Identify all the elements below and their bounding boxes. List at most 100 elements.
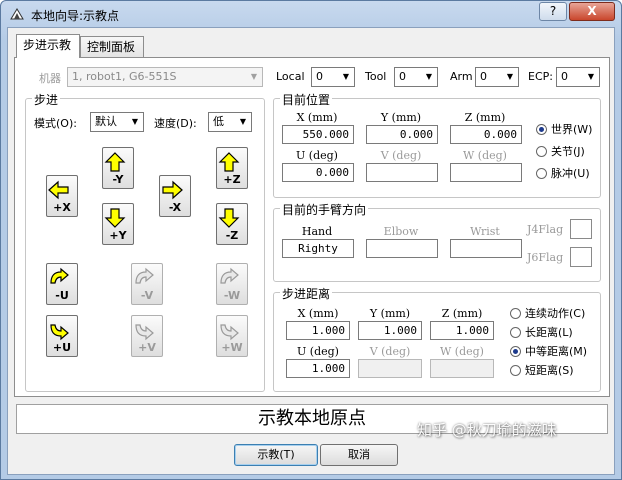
step-group-title: 步进	[32, 91, 61, 108]
jog-plus-v-label: +V	[138, 341, 156, 354]
rotate-ccw-icon	[220, 267, 239, 284]
pos-x-field: 550.000	[282, 125, 354, 144]
dist-short-radio[interactable]: 短距离(S)	[510, 362, 574, 378]
arm-select[interactable]: 0 ▼	[475, 67, 519, 87]
dist-x-label: X (mm)	[297, 307, 339, 320]
coord-joint-radio[interactable]: 关节(J)	[536, 143, 585, 159]
jog-minus-y-button[interactable]: -Y	[102, 147, 134, 189]
dist-u-field[interactable]: 1.000	[286, 359, 350, 378]
jog-plus-x-label: +X	[53, 201, 71, 214]
teach-button[interactable]: 示教(T)	[234, 444, 318, 466]
elbow-field	[366, 239, 438, 258]
radio-dot	[536, 168, 547, 179]
jog-minus-u-button[interactable]: -U	[46, 263, 78, 305]
jog-plus-v-button[interactable]: +V	[131, 315, 163, 357]
local-select[interactable]: 0 ▼	[311, 67, 355, 87]
jog-minus-z-button[interactable]: -Z	[216, 203, 248, 245]
jog-plus-w-button[interactable]: +W	[216, 315, 248, 357]
jog-minus-x-button[interactable]: -X	[159, 175, 191, 217]
arm-label: Arm	[450, 70, 473, 83]
jog-minus-y-label: -Y	[112, 173, 124, 186]
dist-continuous-label: 连续动作(C)	[525, 307, 586, 320]
arrow-down-icon	[104, 208, 126, 228]
radio-dot	[510, 308, 521, 319]
speed-select[interactable]: 低 ▼	[208, 112, 252, 132]
ecp-select[interactable]: 0 ▼	[556, 67, 600, 87]
help-button[interactable]: ?	[539, 2, 567, 21]
current-position-title: 目前位置	[280, 91, 333, 108]
jog-minus-w-button[interactable]: -W	[216, 263, 248, 305]
jog-plus-w-label: +W	[221, 341, 243, 354]
chevron-down-icon: ▼	[506, 72, 514, 81]
jog-plus-u-button[interactable]: +U	[46, 315, 78, 357]
arrow-down-icon	[218, 208, 240, 228]
radio-dot	[510, 346, 521, 357]
robot-select-value: 1, robot1, G6-551S	[72, 70, 177, 83]
rotate-ccw-icon	[50, 267, 69, 284]
dist-long-label: 长距离(L)	[525, 326, 573, 339]
jog-plus-x-button[interactable]: +X	[46, 175, 78, 217]
hand-field: Righty	[282, 239, 354, 258]
j4flag-label: J4Flag	[527, 223, 564, 236]
j6flag-label: J6Flag	[527, 251, 564, 264]
speed-select-value: 低	[213, 115, 224, 128]
step-group: 步进 模式(O): 默认 ▼ 速度(D): 低 ▼ -Y +Z +X -X +Y…	[25, 91, 265, 392]
tab-control-panel[interactable]: 控制面板	[80, 36, 144, 58]
tool-select-value: 0	[399, 70, 406, 83]
robot-select[interactable]: 1, robot1, G6-551S ▼	[67, 67, 263, 87]
dist-z-field[interactable]: 1.000	[430, 321, 494, 340]
rotate-cw-icon	[50, 324, 69, 341]
jog-plus-u-label: +U	[52, 341, 72, 354]
jog-plus-y-button[interactable]: +Y	[102, 203, 134, 245]
rotate-cw-icon	[135, 324, 154, 341]
tool-label: Tool	[365, 70, 387, 83]
cancel-button[interactable]: 取消	[320, 444, 398, 466]
mode-select-value: 默认	[95, 115, 117, 128]
pos-v-field	[366, 163, 438, 182]
coord-pulse-label: 脉冲(U)	[551, 167, 590, 180]
dist-v-field	[358, 359, 422, 378]
jog-minus-v-button[interactable]: -V	[131, 263, 163, 305]
arm-orientation-group: 目前的手臂方向 Hand Elbow Wrist Righty J4Flag J…	[273, 201, 601, 282]
coord-pulse-radio[interactable]: 脉冲(U)	[536, 165, 590, 181]
watermark-text: 知乎 @秋刀瑜的滋味	[417, 421, 557, 439]
title-bar[interactable]: 本地向导:示教点 ? X	[1, 1, 621, 27]
step-distance-title: 步进距离	[280, 285, 333, 302]
dist-medium-label: 中等距离(M)	[525, 345, 588, 358]
radio-dot	[510, 327, 521, 338]
dist-short-label: 短距离(S)	[525, 364, 574, 377]
dist-long-radio[interactable]: 长距离(L)	[510, 324, 573, 340]
dist-y-label: Y (mm)	[369, 307, 411, 320]
jog-minus-u-label: -U	[55, 289, 69, 302]
robot-label: 机器	[39, 72, 61, 85]
chevron-down-icon: ▼	[250, 72, 258, 81]
coord-world-radio[interactable]: 世界(W)	[536, 121, 592, 137]
wrist-field	[450, 239, 522, 258]
hand-label: Hand	[301, 225, 333, 238]
jog-minus-x-label: -X	[168, 201, 182, 214]
j4flag-field	[570, 219, 592, 239]
arrow-up-icon	[104, 152, 126, 172]
dist-y-field[interactable]: 1.000	[358, 321, 422, 340]
tool-select[interactable]: 0 ▼	[394, 67, 438, 87]
jog-plus-z-button[interactable]: +Z	[216, 147, 248, 189]
rotate-cw-icon	[220, 324, 239, 341]
ecp-label: ECP:	[528, 70, 553, 83]
jog-plus-z-label: +Z	[223, 173, 241, 186]
pos-w-label: W (deg)	[463, 149, 507, 162]
arm-orientation-title: 目前的手臂方向	[280, 201, 369, 218]
current-position-group: 目前位置 X (mm) Y (mm) Z (mm) 550.000 0.000 …	[273, 91, 601, 198]
coord-world-label: 世界(W)	[551, 123, 593, 136]
pos-u-field: 0.000	[282, 163, 354, 182]
pos-w-field	[450, 163, 522, 182]
mode-select[interactable]: 默认 ▼	[90, 112, 144, 132]
wrist-label: Wrist	[470, 225, 500, 238]
close-button[interactable]: X	[569, 2, 615, 21]
tab-step-teach[interactable]: 步进示教	[16, 34, 80, 58]
dist-u-label: U (deg)	[297, 345, 339, 358]
dist-x-field[interactable]: 1.000	[286, 321, 350, 340]
coord-joint-label: 关节(J)	[551, 145, 585, 158]
dist-continuous-radio[interactable]: 连续动作(C)	[510, 305, 585, 321]
dist-medium-radio[interactable]: 中等距离(M)	[510, 343, 587, 359]
dist-w-label: W (deg)	[440, 345, 484, 358]
